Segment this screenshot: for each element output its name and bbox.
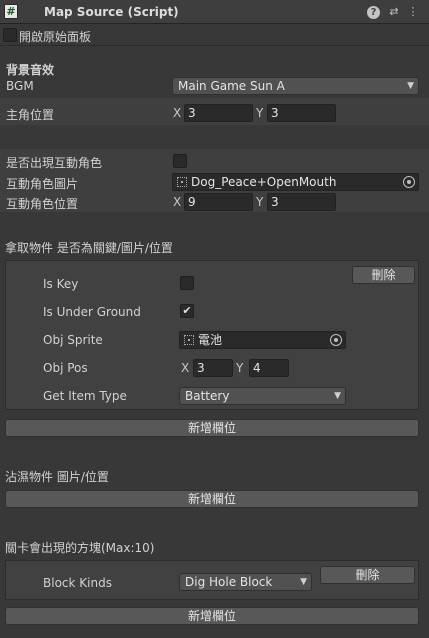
show-interactive-role-checkbox[interactable] <box>173 154 187 168</box>
bgm-label: BGM <box>6 79 34 93</box>
is-under-ground-checkbox[interactable]: ✔ <box>180 304 194 318</box>
show-interactive-role-label: 是否出現互動角色 <box>6 156 103 170</box>
bgm-heading: 背景音效 <box>6 63 55 77</box>
chevron-down-icon: ▼ <box>300 577 307 587</box>
add-wet-item-button[interactable]: 新增欄位 <box>5 490 419 508</box>
obj-sprite-field[interactable]: 電池 <box>179 331 346 349</box>
check-icon: ✔ <box>182 304 192 317</box>
interactive-role-image-label: 互動角色圖片 <box>6 177 79 191</box>
blocks-heading: 關卡會出現的方塊(Max:10) <box>5 541 155 555</box>
interactive-role-x-field[interactable]: 9 <box>184 193 253 211</box>
block-kinds-label: Block Kinds <box>43 576 112 590</box>
pickup-items-heading: 拿取物件 是否為關鍵/圖片/位置 <box>5 241 173 255</box>
protagonist-y-field[interactable]: 3 <box>267 104 336 122</box>
obj-pos-y-axis: Y <box>236 361 244 375</box>
block-kinds-value: Dig Hole Block <box>185 575 273 589</box>
presets-icon[interactable]: ⇄ <box>387 5 401 19</box>
chevron-down-icon: ▼ <box>407 81 414 91</box>
block-kinds-dropdown[interactable]: Dig Hole Block ▼ <box>179 573 312 591</box>
interactive-role-image-field[interactable]: Dog_Peace+OpenMouth <box>172 173 419 191</box>
add-block-button[interactable]: 新增欄位 <box>5 607 419 625</box>
bgm-dropdown[interactable]: Main Game Sun A ▼ <box>172 77 419 95</box>
get-item-type-value: Battery <box>185 389 230 403</box>
sprite-icon <box>177 177 187 187</box>
remove-block-button[interactable]: 刪除 <box>320 566 415 584</box>
protagonist-x-field[interactable]: 3 <box>184 104 253 122</box>
obj-pos-x-axis: X <box>181 361 190 375</box>
interactive-role-position-label: 互動角色位置 <box>6 197 79 211</box>
help-icon[interactable]: ? <box>367 6 380 19</box>
remove-pickup-item-button[interactable]: 刪除 <box>352 266 415 284</box>
open-original-panel-checkbox[interactable] <box>3 28 17 42</box>
component-header: # Map Source (Script) ? ⇄ ⋮ <box>0 0 429 24</box>
interactive-role-x-axis: X <box>173 195 182 209</box>
is-key-label: Is Key <box>43 277 79 291</box>
object-picker-icon[interactable] <box>330 334 342 346</box>
open-original-panel-label: 開啟原始面板 <box>19 30 92 44</box>
obj-sprite-label: Obj Sprite <box>43 333 103 347</box>
protagonist-position-label: 主角位置 <box>6 108 55 122</box>
add-pickup-item-button[interactable]: 新增欄位 <box>5 419 419 437</box>
interactive-role-y-axis: Y <box>256 195 264 209</box>
obj-sprite-value: 電池 <box>198 333 223 347</box>
interactive-role-image-value: Dog_Peace+OpenMouth <box>191 175 337 189</box>
obj-pos-label: Obj Pos <box>43 361 88 375</box>
menu-icon[interactable]: ⋮ <box>406 5 420 19</box>
protagonist-y-axis: Y <box>256 106 264 120</box>
wet-items-heading: 沾濕物件 圖片/位置 <box>5 470 109 484</box>
is-key-checkbox[interactable] <box>180 276 194 290</box>
is-under-ground-label: Is Under Ground <box>43 305 141 319</box>
interactive-role-y-field[interactable]: 3 <box>267 193 336 211</box>
chevron-down-icon: ▼ <box>334 391 341 401</box>
script-icon[interactable]: # <box>4 4 18 19</box>
component-title: Map Source (Script) <box>44 5 179 19</box>
sprite-icon <box>184 335 194 345</box>
protagonist-x-axis: X <box>173 106 182 120</box>
obj-pos-y-field[interactable]: 4 <box>249 359 289 377</box>
get-item-type-dropdown[interactable]: Battery ▼ <box>179 387 346 405</box>
get-item-type-label: Get Item Type <box>43 389 127 403</box>
divider <box>0 45 429 46</box>
object-picker-icon[interactable] <box>403 176 415 188</box>
obj-pos-x-field[interactable]: 3 <box>193 359 233 377</box>
bgm-value: Main Game Sun A <box>178 79 285 93</box>
